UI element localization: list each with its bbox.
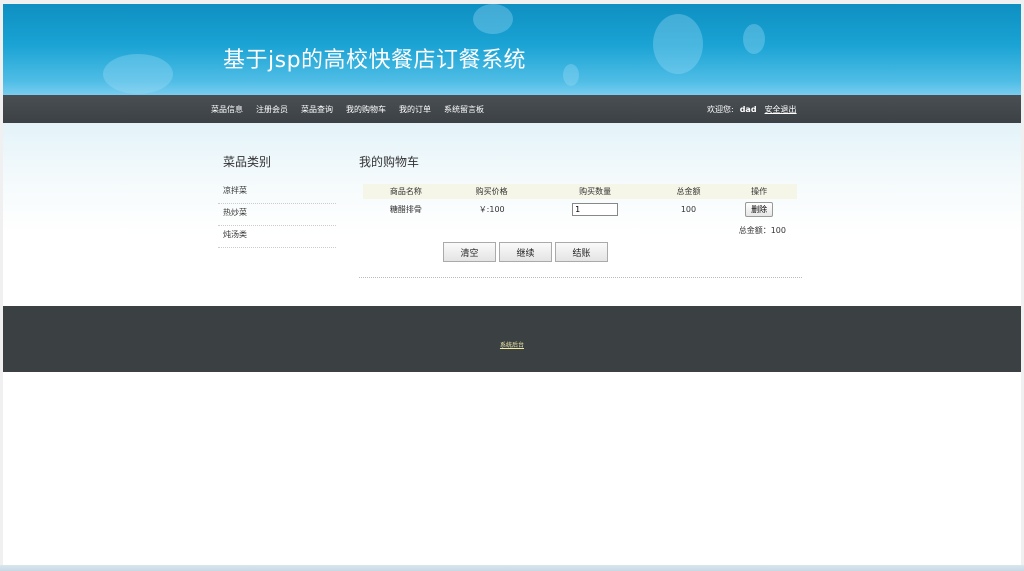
sidebar-title: 菜品类别 bbox=[223, 155, 272, 169]
cart-table: 商品名称 购买价格 购买数量 总金额 操作 糖醋排骨 ￥:100 1 100 删… bbox=[363, 184, 797, 219]
column-header: 操作 bbox=[721, 184, 797, 199]
nav-item-register[interactable]: 注册会员 bbox=[256, 104, 288, 115]
content-divider bbox=[359, 277, 802, 278]
banner-decoration bbox=[653, 14, 703, 74]
clear-button[interactable]: 清空 bbox=[443, 242, 496, 262]
column-header: 购买数量 bbox=[534, 184, 656, 199]
cart-actions: 清空 继续 结账 bbox=[359, 242, 802, 262]
nav-item-my-orders[interactable]: 我的订单 bbox=[399, 104, 431, 115]
username: dad bbox=[739, 104, 757, 114]
banner-decoration bbox=[103, 54, 173, 94]
header-banner: 基于jsp的高校快餐店订餐系统 bbox=[3, 4, 1021, 95]
delete-button[interactable]: 删除 bbox=[745, 201, 774, 217]
table-row: 糖醋排骨 ￥:100 100 删除 bbox=[363, 199, 797, 219]
banner-decoration bbox=[743, 24, 765, 54]
item-subtotal: 100 bbox=[680, 204, 697, 214]
nav-menu: 菜品信息 注册会员 菜品查询 我的购物车 我的订单 系统留言板 bbox=[211, 95, 497, 123]
banner-decoration bbox=[473, 4, 513, 34]
category-sidebar: 菜品类别 凉拌菜 热炒菜 炖汤类 bbox=[218, 153, 336, 248]
page: 基于jsp的高校快餐店订餐系统 菜品信息 注册会员 菜品查询 我的购物车 我的订… bbox=[3, 4, 1021, 565]
sidebar-item-cold-dishes[interactable]: 凉拌菜 bbox=[218, 182, 336, 204]
column-header: 商品名称 bbox=[363, 184, 449, 199]
welcome-label: 欢迎您: bbox=[707, 104, 734, 114]
page-title: 我的购物车 bbox=[359, 155, 420, 169]
site-title: 基于jsp的高校快餐店订餐系统 bbox=[223, 48, 527, 73]
column-header: 总金额 bbox=[655, 184, 722, 199]
user-info: 欢迎您: dad 安全退出 bbox=[707, 95, 797, 123]
item-action-cell: 删除 bbox=[721, 199, 797, 219]
item-name: 糖醋排骨 bbox=[389, 204, 422, 214]
admin-backend-link[interactable]: 系统后台 bbox=[3, 340, 1021, 349]
item-quantity-cell bbox=[535, 199, 656, 219]
sidebar-item-stir-fry[interactable]: 热炒菜 bbox=[218, 204, 336, 226]
continue-button[interactable]: 继续 bbox=[499, 242, 552, 262]
item-price: ￥:100 bbox=[478, 204, 505, 214]
content-area: 菜品类别 凉拌菜 热炒菜 炖汤类 我的购物车 商品名称 购买价格 购买数量 总金… bbox=[3, 123, 1021, 306]
cart-total: 总金额：100 bbox=[738, 226, 786, 235]
column-header: 购买价格 bbox=[448, 184, 535, 199]
logout-link[interactable]: 安全退出 bbox=[765, 104, 797, 115]
nav-item-my-cart[interactable]: 我的购物车 bbox=[346, 104, 386, 115]
nav-item-dish-info[interactable]: 菜品信息 bbox=[211, 104, 243, 115]
browser-frame: 基于jsp的高校快餐店订餐系统 菜品信息 注册会员 菜品查询 我的购物车 我的订… bbox=[0, 0, 1024, 571]
table-header-row: 商品名称 购买价格 购买数量 总金额 操作 bbox=[363, 184, 797, 199]
checkout-button[interactable]: 结账 bbox=[555, 242, 608, 262]
navbar: 菜品信息 注册会员 菜品查询 我的购物车 我的订单 系统留言板 欢迎您: dad… bbox=[3, 95, 1021, 123]
banner-decoration bbox=[563, 64, 579, 86]
sidebar-item-soups[interactable]: 炖汤类 bbox=[218, 226, 336, 248]
quantity-input[interactable] bbox=[572, 202, 619, 216]
footer: 系统后台 bbox=[3, 306, 1021, 372]
cart-panel: 我的购物车 商品名称 购买价格 购买数量 总金额 操作 糖醋排骨 ￥:100 1… bbox=[359, 153, 802, 262]
nav-item-dish-search[interactable]: 菜品查询 bbox=[301, 104, 333, 115]
browser-taskbar bbox=[0, 565, 1024, 571]
nav-item-message-board[interactable]: 系统留言板 bbox=[444, 104, 484, 115]
